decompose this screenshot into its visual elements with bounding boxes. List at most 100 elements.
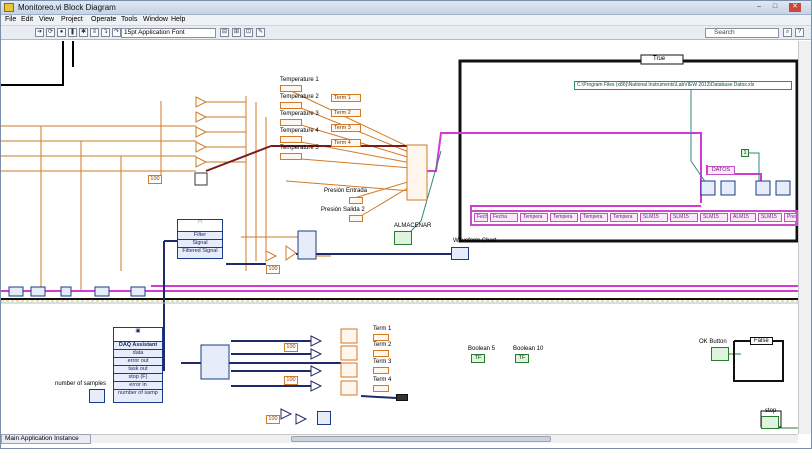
- daq-port-stop[interactable]: stop (F): [114, 373, 162, 381]
- daq-title: DAQ Assistant: [118, 342, 158, 348]
- stop-terminal[interactable]: [761, 416, 779, 429]
- menu-bar: File Edit View Project Operate Tools Win…: [1, 15, 811, 26]
- boolean-10-terminal[interactable]: TF: [515, 354, 529, 363]
- bundle-item: Tempera: [550, 213, 578, 222]
- presion-salida-indicator[interactable]: [349, 215, 363, 222]
- daq-port-error-out[interactable]: error out: [114, 357, 162, 365]
- labview-vi-icon: [4, 3, 14, 12]
- term-1-local[interactable]: Term 1: [331, 94, 361, 102]
- menu-tools[interactable]: Tools: [121, 16, 137, 23]
- reorder-icon[interactable]: ⊡: [244, 28, 253, 37]
- file-path-constant[interactable]: C:\Program Files (x86)\National Instrume…: [574, 81, 792, 90]
- datos-cluster-constant[interactable]: DATOS: [707, 166, 735, 175]
- number-of-samples-control[interactable]: [89, 389, 105, 403]
- menu-window[interactable]: Window: [143, 16, 168, 23]
- true-constant[interactable]: 1: [741, 149, 749, 157]
- constant-100-bottom-3[interactable]: 100: [266, 415, 280, 424]
- menu-file[interactable]: File: [5, 16, 16, 23]
- highlight-execution-icon[interactable]: ✱: [79, 28, 88, 37]
- close-button[interactable]: ✕: [789, 3, 801, 12]
- constant-100-bottom-1[interactable]: 100: [284, 343, 298, 352]
- bundle-item: Pres: [784, 213, 797, 222]
- filter-icon: ◠: [178, 220, 222, 232]
- daq-port-data[interactable]: data: [114, 349, 162, 357]
- align-objects-icon[interactable]: ⊟: [220, 28, 229, 37]
- presion-salida-label: Presión Salida 2: [321, 207, 365, 213]
- menu-edit[interactable]: Edit: [21, 16, 33, 23]
- menu-view[interactable]: View: [39, 16, 54, 23]
- search-input[interactable]: Search: [705, 28, 779, 38]
- case-selector-false[interactable]: False: [750, 337, 773, 345]
- vertical-scrollbar[interactable]: [798, 41, 811, 434]
- presion-entrada-indicator[interactable]: [349, 197, 363, 204]
- case-selector-true[interactable]: True: [653, 56, 665, 62]
- horizontal-scroll-thumb[interactable]: [291, 436, 551, 442]
- font-select[interactable]: 15pt Application Font: [121, 28, 216, 38]
- bundle-item: Fecha: [474, 213, 488, 222]
- daq-port-task-out[interactable]: task out: [114, 365, 162, 373]
- abort-icon[interactable]: ●: [57, 28, 66, 37]
- distribute-objects-icon[interactable]: ⊞: [232, 28, 241, 37]
- temperature-1-label: Temperature 1: [280, 77, 319, 83]
- cleanup-diagram-icon[interactable]: ✎: [256, 28, 265, 37]
- daq-port-error-in[interactable]: error in: [114, 381, 162, 389]
- term-2-indicator[interactable]: [373, 350, 389, 357]
- horizontal-scrollbar[interactable]: [91, 434, 798, 443]
- filter-filtered-port[interactable]: Filtered Signal: [178, 247, 222, 255]
- term-1-label: Term 1: [373, 326, 392, 332]
- bundle-item: SLM15: [670, 213, 698, 222]
- bundle-function[interactable]: [396, 394, 408, 401]
- almacenar-button-terminal[interactable]: [394, 231, 412, 245]
- constant-100-bottom-2[interactable]: 100: [284, 376, 298, 385]
- boolean-10-label: Boolean 10: [513, 346, 544, 352]
- bundle-item: Tempera: [580, 213, 608, 222]
- bundle-item: ALM15: [730, 213, 756, 222]
- temperature-3-indicator[interactable]: [280, 119, 302, 126]
- run-arrow-icon[interactable]: ➜: [35, 28, 44, 37]
- pause-icon[interactable]: ❚: [68, 28, 77, 37]
- boolean-5-terminal[interactable]: TF: [471, 354, 485, 363]
- application-instance[interactable]: Main Application Instance: [1, 434, 91, 444]
- constant-100-top[interactable]: 100: [148, 175, 162, 184]
- term-2-label: Term 2: [373, 342, 392, 348]
- temperature-4-label: Temperature 4: [280, 128, 319, 134]
- stop-label: stop: [765, 408, 777, 414]
- run-continuously-icon[interactable]: ⟳: [46, 28, 55, 37]
- term-4-local[interactable]: Term 4: [331, 139, 361, 147]
- term-3-indicator[interactable]: [373, 367, 389, 374]
- maximize-button[interactable]: □: [769, 3, 781, 12]
- filter-signal-port[interactable]: Signal: [178, 239, 222, 247]
- bundle-item: SLM15: [700, 213, 728, 222]
- waveform-chart-terminal[interactable]: [451, 247, 469, 260]
- block-diagram-canvas[interactable]: Temperature 1 Temperature 2 Temperature …: [1, 41, 798, 434]
- toolbar: ➜ ⟳ ● ❚ ✱ ≡ ↴ ↷ 15pt Application Font ⊟ …: [1, 26, 811, 40]
- daq-assistant[interactable]: ▣ DAQ Assistant data error out task out …: [113, 327, 163, 403]
- menu-project[interactable]: Project: [61, 16, 83, 23]
- help-icon[interactable]: ?: [795, 28, 804, 37]
- constant-100-mid[interactable]: 100: [266, 265, 280, 274]
- term-2-local[interactable]: Term 2: [331, 109, 361, 117]
- block-diagram-window: Monitoreo.vi Block Diagram – □ ✕ File Ed…: [0, 0, 812, 449]
- term-3-local[interactable]: Term 3: [331, 124, 361, 132]
- select-function[interactable]: [317, 411, 331, 425]
- menu-operate[interactable]: Operate: [91, 16, 116, 23]
- filter-title: Filter: [193, 232, 207, 238]
- temperature-5-indicator[interactable]: [280, 153, 302, 160]
- filter-express-vi[interactable]: ◠ Filter Signal Filtered Signal: [177, 219, 223, 259]
- daq-port-number-of-samples[interactable]: number of samp: [114, 389, 162, 397]
- retain-wire-values-icon[interactable]: ≡: [90, 28, 99, 37]
- menu-help[interactable]: Help: [171, 16, 185, 23]
- search-icon[interactable]: ⌕: [783, 28, 792, 37]
- temperature-2-label: Temperature 2: [280, 94, 319, 100]
- term-4-indicator[interactable]: [373, 385, 389, 392]
- temperature-2-indicator[interactable]: [280, 102, 302, 109]
- step-into-icon[interactable]: ↴: [101, 28, 110, 37]
- term-4-label: Term 4: [373, 377, 392, 383]
- window-title: Monitoreo.vi Block Diagram: [18, 3, 116, 12]
- ok-button-terminal[interactable]: [711, 347, 729, 361]
- term-1-indicator[interactable]: [373, 334, 389, 341]
- minimize-button[interactable]: –: [753, 3, 765, 12]
- temperature-1-indicator[interactable]: [280, 85, 302, 92]
- step-over-icon[interactable]: ↷: [112, 28, 121, 37]
- temperature-4-indicator[interactable]: [280, 136, 302, 143]
